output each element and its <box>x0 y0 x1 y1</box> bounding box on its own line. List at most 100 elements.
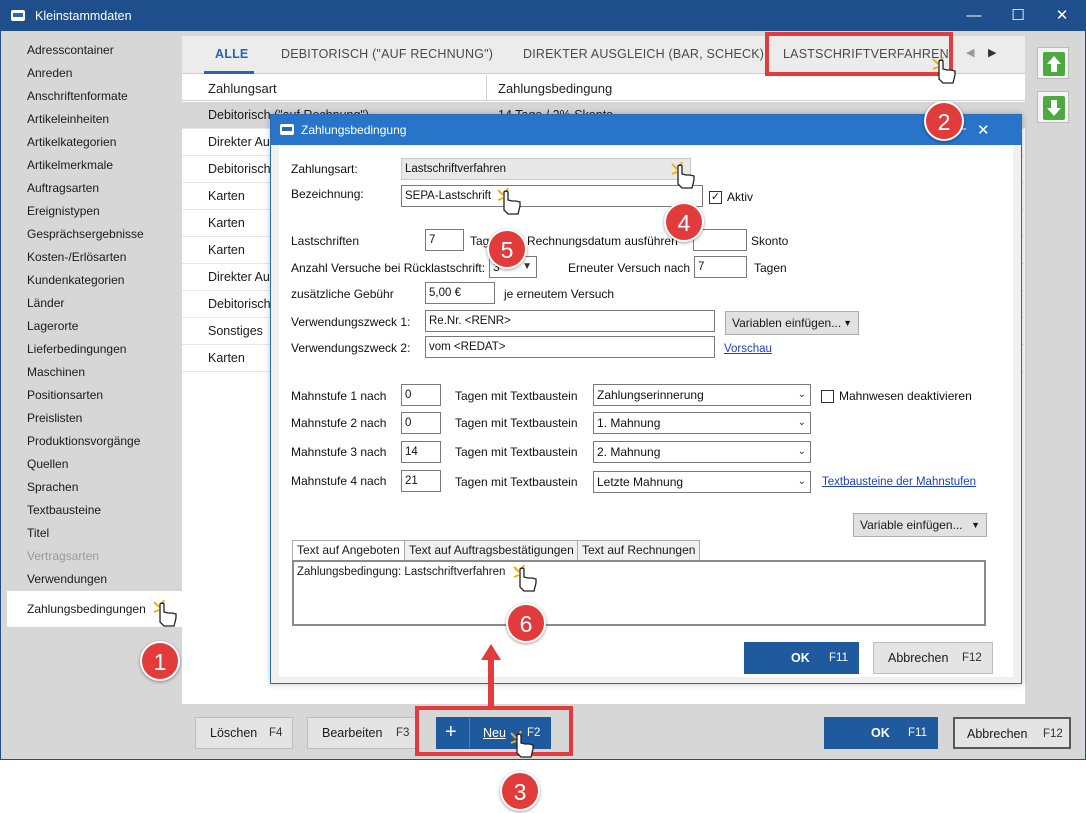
bezeichnung-input[interactable]: SEPA-Lastschrift <box>401 185 703 207</box>
sidebar-item[interactable]: Textbausteine <box>9 499 181 522</box>
dialog-app-icon <box>280 124 294 135</box>
mahnstufe-days-input[interactable]: 21 <box>401 470 441 492</box>
move-down-button[interactable] <box>1037 91 1069 123</box>
tab-alle[interactable]: ALLE <box>215 47 248 61</box>
sidebar-item[interactable]: Verwendungen <box>9 568 181 591</box>
mahnstufe-text-label: Tagen mit Textbaustein <box>455 389 578 403</box>
delete-button[interactable]: Löschen F4 <box>195 717 293 749</box>
sidebar-item[interactable]: Kosten-/Erlösarten <box>9 246 181 269</box>
mahnstufe-days-input[interactable]: 14 <box>401 441 441 463</box>
versuche-label: Anzahl Versuche bei Rücklastschrift: <box>291 261 486 275</box>
mahnstufe-days-input[interactable]: 0 <box>401 412 441 434</box>
column-header-zahlungsbedingung[interactable]: Zahlungsbedingung <box>498 81 612 96</box>
sidebar-item[interactable]: Maschinen <box>9 361 181 384</box>
column-header-zahlungsart[interactable]: Zahlungsart <box>208 81 277 96</box>
sidebar-item[interactable]: Anreden <box>9 62 181 85</box>
dialog-cancel-button[interactable]: Abbrechen F12 <box>873 642 993 674</box>
tab-text-auftragsbestaetigungen[interactable]: Text auf Auftragsbestätigungen <box>404 540 579 560</box>
vz1-label: Verwendungszweck 1: <box>291 315 411 329</box>
erneut-input[interactable]: 7 <box>694 256 747 278</box>
lastschriften-label: Lastschriften <box>291 234 360 248</box>
variable-einfuegen-label: Variable einfügen... <box>860 518 963 532</box>
sidebar-item[interactable]: Titel <box>9 522 181 545</box>
sidebar-item[interactable]: Auftragsarten <box>9 177 181 200</box>
sidebar-item[interactable]: Länder <box>9 292 181 315</box>
tab-direkter-ausgleich[interactable]: DIREKTER AUSGLEICH (BAR, SCHECK) <box>523 47 764 61</box>
sidebar-item[interactable]: Lagerorte <box>9 315 181 338</box>
move-up-button[interactable] <box>1037 47 1069 79</box>
sidebar-item[interactable]: Artikelkategorien <box>9 131 181 154</box>
sidebar-item[interactable]: Quellen <box>9 453 181 476</box>
pointer-hand-icon <box>497 187 521 215</box>
payment-terms-dialog: Zahlungsbedingung — ✕ Zahlungsart: Lasts… <box>270 114 1022 684</box>
vz2-input[interactable]: vom <REDAT> <box>425 336 715 358</box>
category-list: Adresscontainer Anreden Anschriftenforma… <box>7 39 187 631</box>
chevron-down-icon: ⌄ <box>797 476 806 487</box>
vz1-input[interactable]: Re.Nr. <RENR> <box>425 310 715 332</box>
gebuehr-input[interactable]: 5,00 € <box>425 282 495 304</box>
tab-debitorisch[interactable]: DEBITORISCH ("AUF RECHNUNG") <box>281 47 493 61</box>
mahnstufe-days-input[interactable]: 0 <box>401 384 441 406</box>
chevron-down-icon: ⌄ <box>797 389 806 400</box>
highlight-box-tab <box>765 32 953 76</box>
vz2-label: Verwendungszweck 2: <box>291 341 411 355</box>
zahlungsart-field[interactable]: Lastschriftverfahren <box>401 158 691 180</box>
sidebar-item[interactable]: Artikelmerkmale <box>9 154 181 177</box>
mahnstufe-label: Mahnstufe 2 nach <box>291 416 387 430</box>
mahnstufe-text-label: Tagen mit Textbaustein <box>455 475 578 489</box>
sidebar-item[interactable]: Produktionsvorgänge <box>9 430 181 453</box>
highlight-box-new <box>415 706 573 756</box>
mahnwesen-checkbox[interactable] <box>821 390 834 403</box>
mahnstufe-baustein-select[interactable]: Zahlungserinnerung ⌄ <box>593 384 811 406</box>
sidebar-item[interactable]: Anschriftenformate <box>9 85 181 108</box>
aktiv-checkbox[interactable]: ✓ <box>709 191 722 204</box>
tab-scroll-right-icon[interactable]: ▶ <box>988 46 996 59</box>
dialog-ok-shortcut: F11 <box>829 652 848 664</box>
mahnstufe-baustein-value: 1. Mahnung <box>597 416 661 430</box>
mahnstufe-baustein-value: 2. Mahnung <box>597 445 661 459</box>
cancel-button[interactable]: Abbrechen F12 <box>953 717 1071 749</box>
text-area-content: Zahlungsbedingung: Lastschriftverfahren <box>297 566 506 578</box>
mahnstufe-baustein-select[interactable]: 2. Mahnung ⌄ <box>593 441 811 463</box>
sidebar-item[interactable]: Kundenkategorien <box>9 269 181 292</box>
sidebar-item[interactable]: Preislisten <box>9 407 181 430</box>
sidebar-item[interactable]: Lieferbedingungen <box>9 338 181 361</box>
tab-text-angebote[interactable]: Text auf Angeboten <box>292 540 405 561</box>
sidebar-item[interactable]: Artikeleinheiten <box>9 108 181 131</box>
sidebar-item[interactable]: Gesprächsergebnisse <box>9 223 181 246</box>
dialog-close-icon[interactable]: ✕ <box>977 121 990 139</box>
mahnstufe-baustein-select[interactable]: Letzte Mahnung ⌄ <box>593 471 811 493</box>
dialog-body: Zahlungsart: Lastschriftverfahren Bezeic… <box>279 145 1013 677</box>
step-badge: 3 <box>500 771 540 811</box>
textbausteine-link[interactable]: Textbausteine der Mahnstufen <box>822 476 976 488</box>
minimize-icon[interactable]: — <box>959 5 989 27</box>
cell-zahlungsart: Karten <box>208 243 245 257</box>
sidebar-item[interactable]: Ereignistypen <box>9 200 181 223</box>
vorschau-link[interactable]: Vorschau <box>724 343 772 355</box>
dialog-title-bar: Zahlungsbedingung — ✕ <box>271 115 1021 145</box>
tab-scroll-left-icon[interactable]: ◀ <box>966 46 974 59</box>
variable-einfuegen-button[interactable]: Variable einfügen... ▼ <box>853 513 987 537</box>
dialog-ok-button[interactable]: OK F11 <box>744 642 859 674</box>
edit-button[interactable]: Bearbeiten F3 <box>307 717 419 749</box>
text-area[interactable]: Zahlungsbedingung: Lastschriftverfahren <box>292 560 986 626</box>
tab-text-rechnungen[interactable]: Text auf Rechnungen <box>577 540 701 560</box>
mahnstufe-baustein-select[interactable]: 1. Mahnung ⌄ <box>593 412 811 434</box>
arrow-down-icon <box>1043 96 1065 120</box>
mahnstufe-label: Mahnstufe 1 nach <box>291 389 387 403</box>
variablen-einfuegen-button[interactable]: Variablen einfügen... ▼ <box>725 311 859 335</box>
erneut-unit: Tagen <box>754 261 787 275</box>
title-bar: Kleinstammdaten — ☐ ✕ <box>1 1 1085 31</box>
sidebar-item[interactable]: Sprachen <box>9 476 181 499</box>
sidebar-item[interactable]: Positionsarten <box>9 384 181 407</box>
bezeichnung-label: Bezeichnung: <box>291 187 364 201</box>
delete-button-label: Löschen <box>210 726 258 740</box>
lastschriften-input[interactable]: 7 <box>425 229 464 251</box>
maximize-icon[interactable]: ☐ <box>1003 5 1033 27</box>
chevron-down-icon: ⌄ <box>797 446 806 457</box>
close-icon[interactable]: ✕ <box>1047 5 1077 27</box>
step-badge: 4 <box>664 202 704 242</box>
ok-button[interactable]: OK F11 <box>824 717 938 749</box>
cell-zahlungsart: Karten <box>208 351 245 365</box>
sidebar-item[interactable]: Adresscontainer <box>9 39 181 62</box>
